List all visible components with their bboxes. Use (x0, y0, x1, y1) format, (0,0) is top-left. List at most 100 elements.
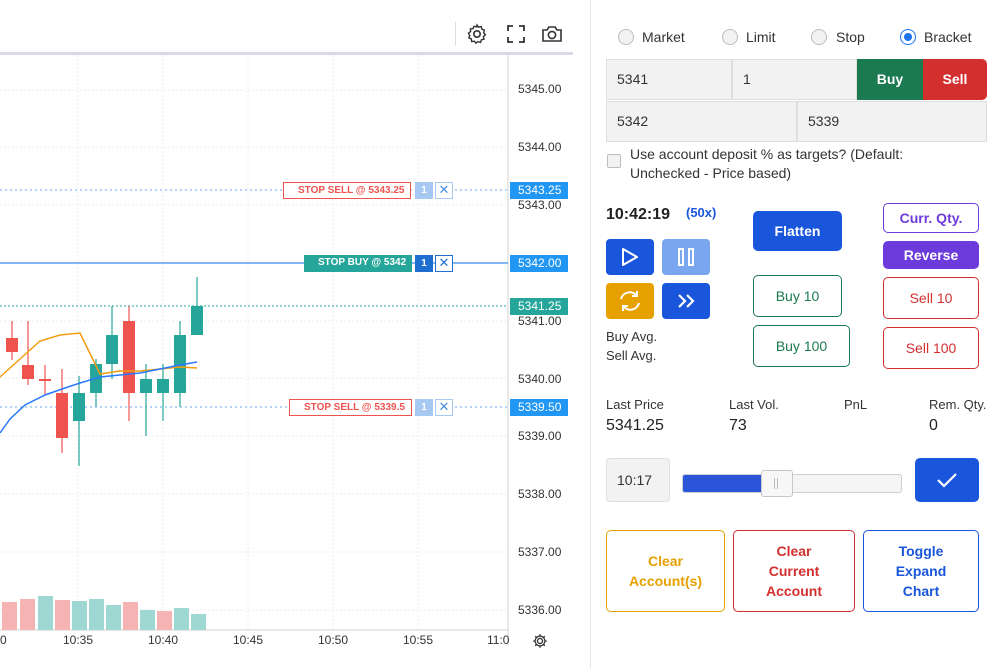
candle-body (106, 335, 118, 364)
jump-time-input[interactable]: 10:17 (606, 458, 670, 502)
time-axis-label: 0 (0, 633, 7, 647)
toolbar-separator (455, 22, 456, 46)
quantity-input[interactable]: 1 (732, 59, 857, 100)
order-qty-badge: 1 (415, 255, 433, 272)
sim-clock: 10:42:19 (606, 206, 671, 223)
stop-sell-price-tag: 5339.50 (510, 399, 568, 416)
volume-bar (174, 608, 189, 630)
stop-buy-order-label[interactable]: STOP BUY @ 5342 (304, 255, 413, 272)
pause-icon (678, 248, 694, 266)
play-button[interactable] (606, 239, 654, 275)
radio-stop[interactable] (811, 29, 827, 45)
price-axis-label: 5344.00 (518, 140, 562, 154)
stop-sell-price-tag: 5343.25 (510, 182, 568, 199)
pnl-label: PnL (844, 397, 868, 412)
candle-body (39, 379, 51, 381)
time-slider-track[interactable] (682, 470, 902, 497)
price-axis-label: 5345.00 (518, 82, 562, 96)
target-price-input[interactable]: 5342 (606, 101, 797, 142)
fullscreen-icon[interactable] (504, 22, 528, 46)
order-qty-badge: 1 (415, 399, 433, 416)
radio-limit[interactable] (722, 29, 738, 45)
stop-price-input[interactable]: 5339 (797, 101, 987, 142)
buy-button[interactable]: Buy (857, 59, 923, 100)
buy-100-button[interactable]: Buy 100 (753, 325, 850, 367)
candle-body (157, 379, 169, 393)
order-qty-badge: 1 (415, 182, 433, 199)
cancel-order-icon[interactable]: ✕ (435, 399, 453, 416)
volume-bar (38, 596, 53, 630)
flatten-button[interactable]: Flatten (753, 211, 842, 251)
camera-icon[interactable] (540, 22, 564, 46)
volume-bar (89, 599, 104, 630)
candle-body (56, 393, 68, 438)
time-axis-label: 10:55 (403, 633, 434, 647)
stop-sell-order-label[interactable]: STOP SELL @ 5343.25 (283, 182, 412, 199)
clear-current-account-button[interactable]: Clear Current Account (733, 530, 855, 612)
sell-button[interactable]: Sell (923, 59, 987, 100)
sell-10-button[interactable]: Sell 10 (883, 277, 979, 319)
cancel-order-icon[interactable]: ✕ (435, 255, 453, 272)
grip-icon (773, 478, 778, 489)
chart-canvas[interactable] (0, 55, 590, 668)
radio-label-bracket[interactable]: Bracket (924, 29, 971, 45)
volume-bars (2, 596, 206, 630)
fast-forward-icon (678, 294, 695, 308)
volume-bar (2, 602, 17, 630)
candle-body (22, 365, 34, 379)
time-axis-label: 10:50 (318, 633, 349, 647)
volume-bar (140, 610, 155, 630)
candle-body (191, 306, 203, 335)
toggle-expand-chart-button[interactable]: Toggle Expand Chart (863, 530, 979, 612)
price-chart[interactable]: 5345.00 5344.00 5343.00 5341.00 5340.00 … (0, 0, 590, 668)
time-axis-label: 10:45 (233, 633, 264, 647)
buy-10-button[interactable]: Buy 10 (753, 275, 842, 317)
price-axis-label: 5339.00 (518, 429, 562, 443)
volume-bar (55, 600, 70, 630)
volume-bar (191, 614, 206, 630)
time-axis-label: 10:35 (63, 633, 94, 647)
price-axis-label: 5337.00 (518, 545, 562, 559)
time-slider-thumb[interactable] (760, 470, 793, 497)
pause-button[interactable] (662, 239, 710, 275)
sell-average-label: Sell Avg. (606, 348, 657, 363)
clear-accounts-button[interactable]: Clear Account(s) (606, 530, 725, 612)
gear-icon[interactable] (465, 22, 489, 46)
candle-body (123, 321, 135, 393)
reverse-button[interactable]: Reverse (883, 241, 979, 269)
deposit-percent-checkbox[interactable] (607, 154, 621, 168)
current-qty-button[interactable]: Curr. Qty. (883, 203, 979, 233)
candle-body (6, 338, 18, 352)
speed-indicator[interactable]: (50x) (686, 205, 716, 220)
sell-100-button[interactable]: Sell 100 (883, 327, 979, 369)
stop-sell-order-label[interactable]: STOP SELL @ 5339.5 (289, 399, 412, 416)
volume-bar (72, 601, 87, 630)
volume-bar (106, 605, 121, 630)
refresh-button[interactable] (606, 283, 654, 319)
radio-bracket[interactable] (900, 29, 916, 45)
last-price-label: Last Price (606, 397, 664, 412)
buy-average-label: Buy Avg. (606, 329, 658, 344)
price-input[interactable]: 5341 (606, 59, 732, 100)
radio-label-limit[interactable]: Limit (746, 29, 776, 45)
gear-icon[interactable] (531, 632, 549, 650)
fast-forward-button[interactable] (662, 283, 710, 319)
time-axis-label: 11:0 (487, 633, 510, 647)
remaining-qty-value: 0 (929, 417, 938, 434)
price-axis-label: 5343.00 (518, 198, 562, 212)
price-axis-label: 5340.00 (518, 372, 562, 386)
radio-market[interactable] (618, 29, 634, 45)
candle-body (140, 379, 152, 393)
radio-label-market[interactable]: Market (642, 29, 685, 45)
confirm-jump-button[interactable] (915, 458, 979, 502)
radio-label-stop[interactable]: Stop (836, 29, 865, 45)
volume-bar (123, 602, 138, 630)
refresh-icon (620, 291, 640, 311)
cancel-order-icon[interactable]: ✕ (435, 182, 453, 199)
play-icon (622, 248, 638, 266)
trade-panel: Market Limit Stop Bracket 5341 1 Buy Sel… (590, 0, 1001, 668)
check-icon (937, 473, 957, 488)
candles (6, 277, 203, 466)
volume-bar (157, 611, 172, 630)
last-volume-value: 73 (729, 417, 747, 434)
